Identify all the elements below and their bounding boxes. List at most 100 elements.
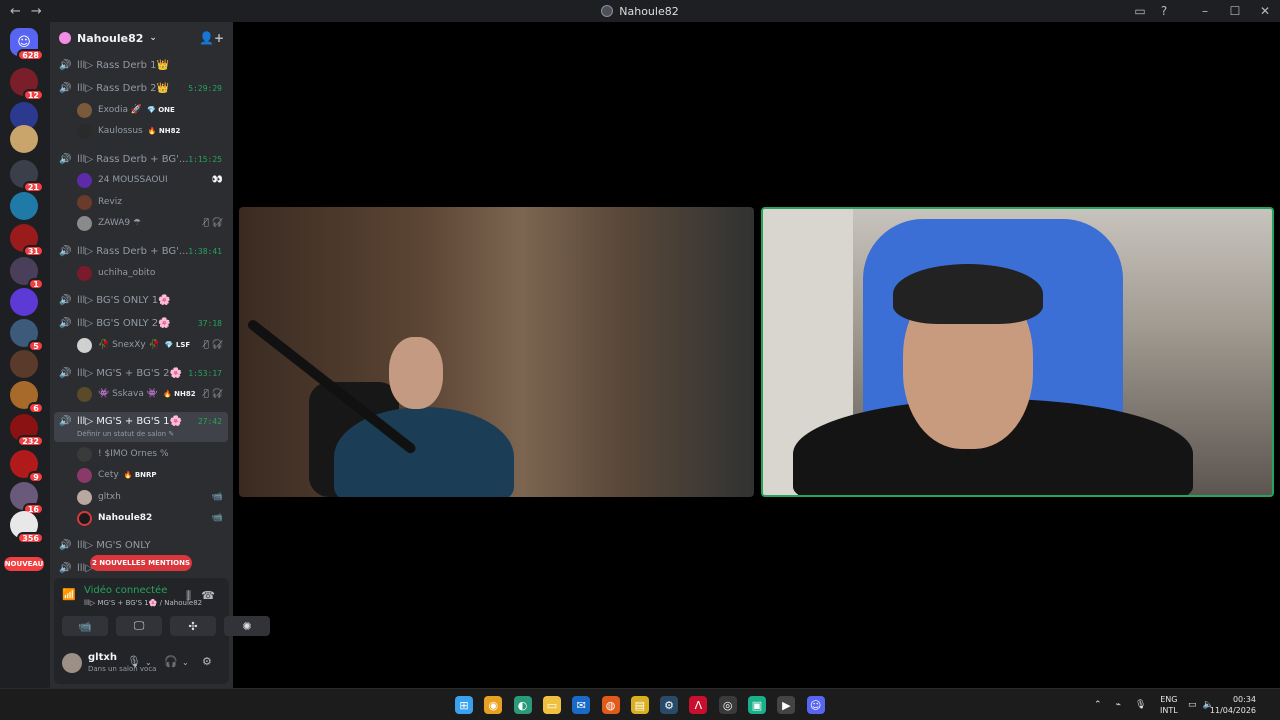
server-icon[interactable]: 6	[10, 381, 44, 414]
server-icon[interactable]: 16	[10, 482, 44, 515]
user-name: Nahoule82	[98, 513, 153, 523]
edge-icon[interactable]: ◐	[513, 696, 532, 714]
server-icon[interactable]	[10, 350, 38, 378]
display-icon[interactable]: ▭	[1188, 700, 1197, 710]
unread-badge: 31	[22, 245, 44, 257]
voice-channel[interactable]: 🔊 lll▷ Rass Derb 1👑	[54, 55, 228, 75]
help-icon[interactable]: ?	[1152, 4, 1176, 18]
sticky-notes-icon[interactable]: ▤	[630, 696, 649, 714]
voice-user[interactable]: 🥀 SnexXy 🥀 💎 LSF 🎙̸ 🎧̸	[77, 335, 227, 355]
voice-user[interactable]: Cety 🔥 BNRP	[77, 465, 227, 485]
voice-channel-path[interactable]: lll▷ MG'S + BG'S 1🌸 / Nahoule82	[84, 599, 202, 607]
media-player-icon[interactable]: ▶	[777, 696, 796, 714]
speaker-icon: 🔊	[59, 317, 72, 329]
set-status-hint[interactable]: Définir un statut de salon ✎	[77, 430, 174, 438]
minimize-icon[interactable]: –	[1190, 4, 1220, 18]
video-tile-speaking[interactable]	[761, 207, 1274, 497]
discord-icon[interactable]: ☺	[806, 696, 825, 714]
voice-user[interactable]: gltxh 📹	[77, 487, 227, 507]
video-tile-participant[interactable]	[239, 207, 754, 497]
network-icon[interactable]: ⌁	[1116, 700, 1121, 710]
voice-user[interactable]: uchiha_obito	[77, 263, 227, 283]
app-a-icon[interactable]: Λ	[689, 696, 708, 714]
voice-user[interactable]: 24 MOUSSAOUI 👀	[77, 170, 227, 190]
user-status-icons: 📹	[211, 513, 223, 523]
voice-user[interactable]: 👾 Sskava 👾 🔥 NH82 🎙̸ 🎧̸	[77, 384, 227, 404]
windows-start-icon[interactable]: ⊞	[455, 696, 473, 714]
guild-header[interactable]: Nahoule82 ⌄ 👤+	[50, 22, 233, 54]
voice-user[interactable]: Reviz	[77, 192, 227, 212]
voice-channel[interactable]: 🔊 lll▷ Rass Derb + BG'... 1:38:41	[54, 241, 228, 261]
server-icon[interactable]	[10, 288, 38, 316]
user-name: ZAWA9 ☂	[98, 218, 142, 228]
channel-name: lll▷ MG'S + BG'S 2🌸	[77, 367, 182, 379]
voice-user[interactable]: ZAWA9 ☂ 🎙̸ 🎧̸	[77, 213, 227, 233]
server-icon[interactable]: 356	[10, 511, 44, 544]
voice-user[interactable]: Nahoule82 📹	[77, 508, 227, 528]
clock-time: 00:34	[1232, 695, 1256, 704]
voice-status: Vidéo connectée	[84, 585, 168, 596]
server-icon[interactable]: 232	[10, 414, 44, 447]
voice-connection-panel: 📶 Vidéo connectée lll▷ MG'S + BG'S 1🌸 / …	[54, 578, 270, 640]
microphone-icon[interactable]: 🎙	[127, 655, 141, 668]
back-arrow-icon[interactable]: ←	[10, 4, 21, 19]
server-icon[interactable]: 5	[10, 319, 44, 352]
server-icon[interactable]: 21	[10, 160, 44, 193]
camera-button[interactable]: 📹	[62, 616, 108, 636]
file-explorer-icon[interactable]: ▭	[542, 696, 561, 714]
noise-suppression-icon[interactable]: ⫼	[186, 589, 191, 603]
voice-channel[interactable]: 🔊 lll▷ MG'S + BG'S 2🌸 1:53:17	[54, 363, 228, 383]
server-icon[interactable]: 1	[10, 257, 44, 290]
forward-arrow-icon[interactable]: →	[31, 4, 42, 19]
microphone-icon[interactable]: 🎙	[1135, 700, 1146, 710]
settings-icon[interactable]: ⚙	[202, 655, 212, 668]
server-icon[interactable]	[10, 125, 38, 153]
server-icon[interactable]: 9	[10, 450, 44, 483]
screen-share-button[interactable]: 🖵	[116, 616, 162, 636]
activities-button[interactable]: ✣	[170, 616, 216, 636]
voice-user[interactable]: Exodia 🚀 💎 ONE	[77, 100, 227, 120]
close-icon[interactable]: ✕	[1250, 4, 1280, 18]
channel-timer: 37:18	[197, 318, 222, 328]
firefox-icon[interactable]: ◍	[601, 696, 620, 714]
selected-voice-channel[interactable]: 🔊 lll▷ MG'S + BG'S 1🌸 27:42 Définir un s…	[54, 412, 228, 442]
soundboard-button[interactable]: ✺	[224, 616, 270, 636]
disconnect-icon[interactable]: ☎	[201, 589, 215, 602]
maximize-icon[interactable]: ☐	[1220, 4, 1250, 18]
direct-messages-button[interactable]: ☺ 628	[10, 28, 44, 61]
new-mentions-pill[interactable]: 2 NOUVELLES MENTIONS	[90, 555, 192, 571]
channel-timer: 1:15:25	[188, 154, 222, 164]
add-member-icon[interactable]: 👤+	[199, 31, 224, 45]
inbox-icon[interactable]: ▭	[1128, 4, 1152, 18]
chevron-down-icon[interactable]: ⌄	[182, 658, 189, 667]
speaker-icon: 🔊	[59, 153, 72, 165]
obs-icon[interactable]: ◎	[718, 696, 737, 714]
avatar[interactable]	[62, 653, 82, 673]
voice-channel[interactable]: 🔊 lll▷ BG'S ONLY 2🌸 37:18	[54, 313, 228, 333]
system-clock[interactable]: 00:34 11/04/2026	[1210, 694, 1256, 716]
user-tag: 💎 ONE	[147, 106, 175, 114]
user-tag: 🔥 NH82	[162, 390, 196, 398]
server-icon[interactable]	[10, 192, 38, 220]
channel-timer: 1:38:41	[188, 246, 222, 256]
voice-user[interactable]: ! $IMO Ornes %	[77, 444, 227, 464]
steam-icon[interactable]: ⚙	[660, 696, 679, 714]
tray-overflow-icon[interactable]: ⌃	[1094, 700, 1102, 710]
speaker-icon: 🔊	[59, 416, 72, 427]
voice-user[interactable]: Kaulossus 🔥 NH82	[77, 121, 227, 141]
channel-timer: 27:42	[197, 417, 222, 426]
signal-icon[interactable]: 📶	[62, 588, 76, 601]
voice-channel[interactable]: 🔊 lll▷ Rass Derb 2👑 5:29:29	[54, 78, 228, 98]
server-icon[interactable]: 31	[10, 224, 44, 257]
voice-channel[interactable]: 🔊 lll▷ MG'S ONLY	[54, 535, 228, 555]
voice-channel[interactable]: 🔊 lll▷ Rass Derb + BG'... 1:15:25	[54, 149, 228, 169]
chevron-down-icon[interactable]: ⌄	[145, 658, 152, 667]
outlook-icon[interactable]: ✉	[572, 696, 591, 714]
chrome-icon[interactable]: ◉	[484, 696, 503, 714]
discord-game-icon[interactable]: ▣	[748, 696, 766, 714]
voice-channel[interactable]: 🔊 lll▷ BG'S ONLY 1🌸	[54, 290, 228, 310]
server-icon[interactable]: 12	[10, 68, 44, 101]
input-language[interactable]: ENG INTL	[1160, 694, 1178, 716]
user-name: Exodia 🚀	[98, 105, 143, 115]
headset-icon[interactable]: 🎧	[164, 655, 178, 668]
